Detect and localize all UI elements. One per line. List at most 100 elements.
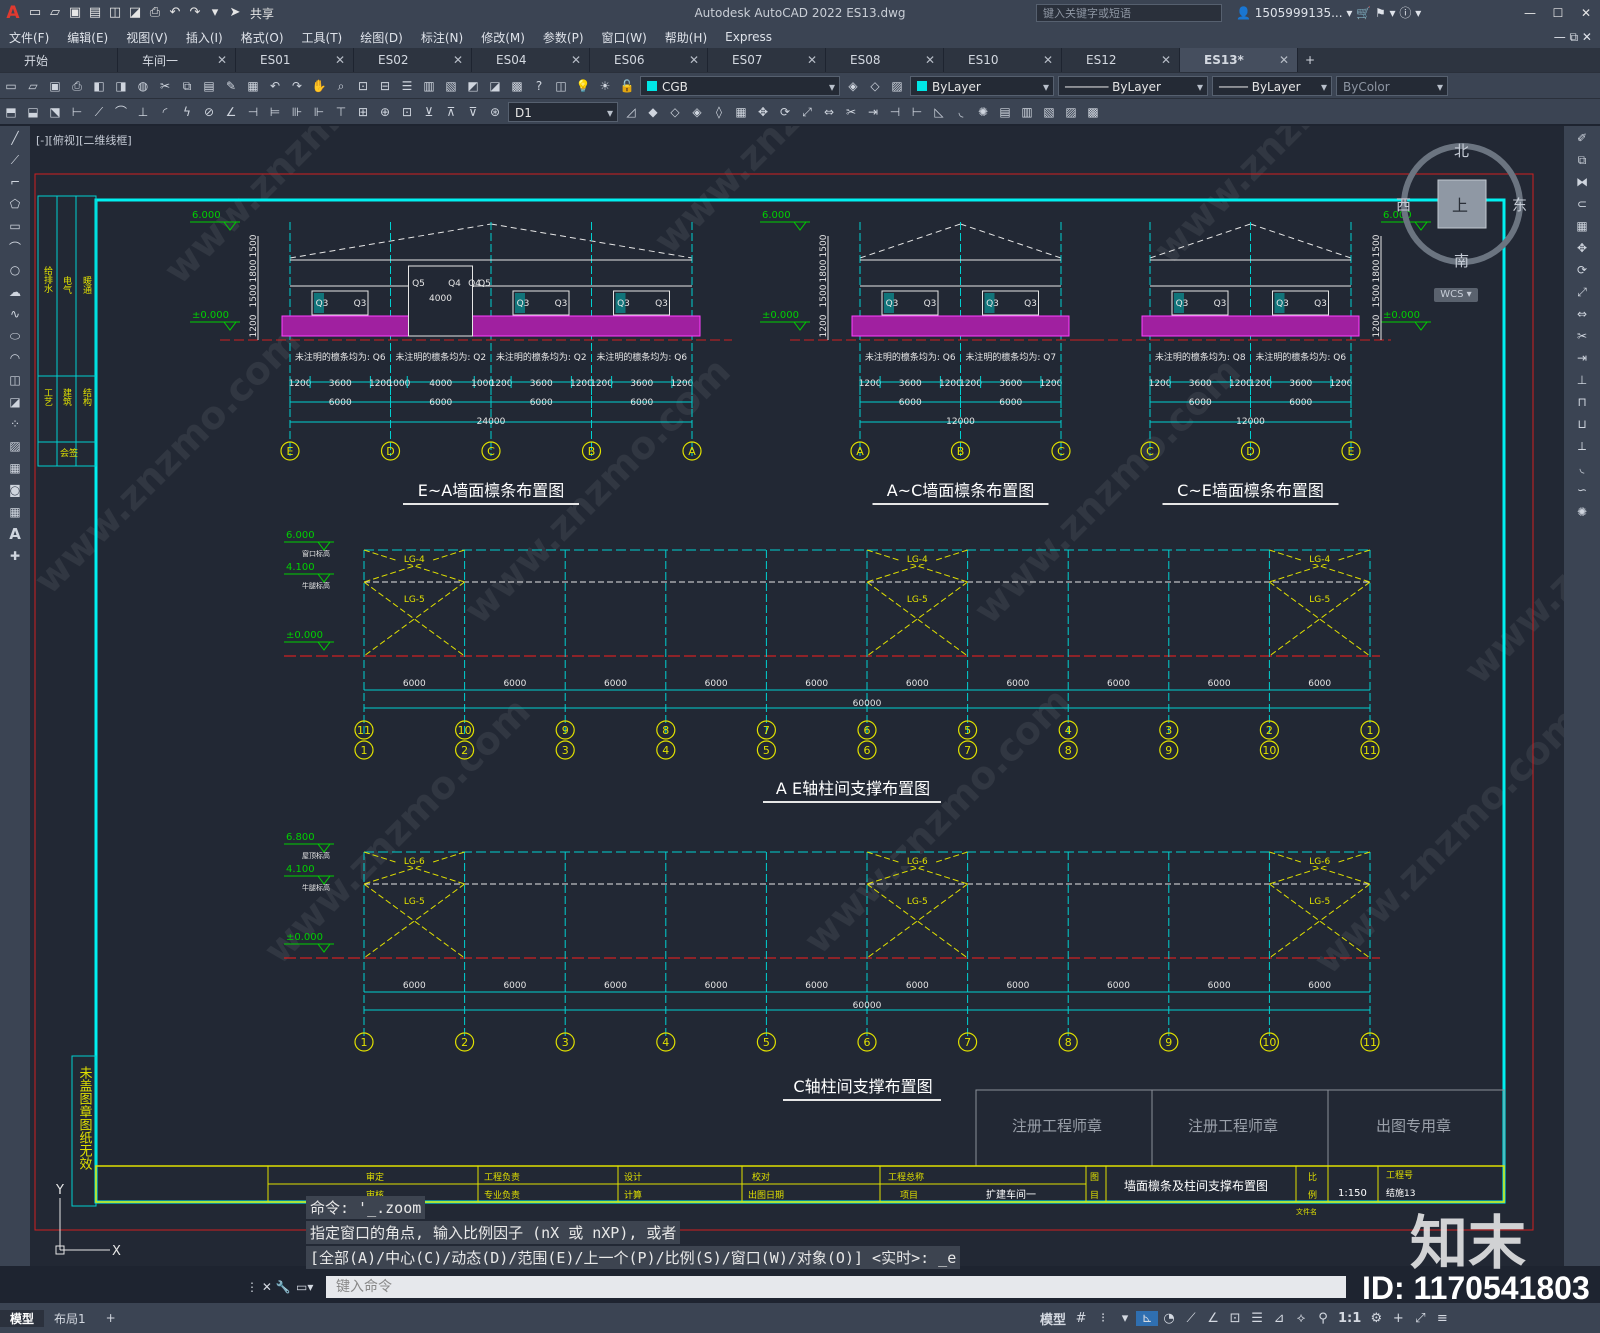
copy-icon[interactable]: ⧉ — [177, 77, 197, 95]
jogged-icon[interactable]: ϟ — [177, 103, 197, 121]
open-icon[interactable]: ▱ — [46, 4, 64, 22]
polygon-icon[interactable]: ⬠ — [4, 194, 26, 214]
modify-offset-icon[interactable]: ◊ — [709, 103, 729, 121]
osnap-track-icon[interactable]: ∠ — [1202, 1311, 1224, 1326]
menu-edit[interactable]: 编辑(E) — [58, 29, 117, 46]
construction-line-icon[interactable]: ⟋ — [4, 150, 26, 170]
modify-extend-icon[interactable]: ⇥ — [863, 103, 883, 121]
tab-layout1[interactable]: 布局1 — [44, 1310, 96, 1327]
menu-help[interactable]: 帮助(H) — [656, 29, 716, 46]
drawing-canvas[interactable]: [-][俯视][二维线框] www.znzmo.com www.znzmo.co… — [30, 126, 1564, 1266]
save-icon[interactable]: ▣ — [66, 4, 84, 22]
plot-icon[interactable]: ⎙ — [146, 4, 164, 22]
modify-break-icon[interactable]: ⊣ — [885, 103, 905, 121]
modify-explode-icon[interactable]: ✺ — [973, 103, 993, 121]
cut-icon[interactable]: ✂ — [155, 77, 175, 95]
open-web-icon[interactable]: ◫ — [106, 4, 124, 22]
break-icon[interactable]: ⊓ — [1571, 392, 1593, 412]
grid-icon[interactable]: # — [1070, 1311, 1092, 1326]
customize-icon[interactable]: ≡ — [1431, 1311, 1453, 1326]
layer-walk-icon[interactable]: ⬓ — [23, 103, 43, 121]
close-icon[interactable]: ✕ — [689, 53, 699, 67]
new-icon[interactable]: ▭ — [1, 77, 21, 95]
modify-rotate-icon[interactable]: ⟳ — [775, 103, 795, 121]
layer-properties-icon[interactable]: ◫ — [551, 77, 571, 95]
search-input[interactable]: 键入关键字或短语 — [1036, 4, 1222, 22]
model-space-button[interactable]: 模型 — [1036, 1309, 1070, 1328]
view-3d-icon[interactable]: ▥ — [1017, 103, 1037, 121]
document-window-controls[interactable]: — ⧉ ✕ — [1554, 26, 1592, 48]
close-icon[interactable]: ✕ — [807, 53, 817, 67]
close-icon[interactable]: ✕ — [1572, 0, 1600, 26]
hatch-icon[interactable]: ▨ — [4, 436, 26, 456]
blend-icon[interactable]: ∽ — [1571, 480, 1593, 500]
help-icon[interactable]: ? — [529, 77, 549, 95]
zoom-previous-icon[interactable]: ⊟ — [375, 77, 395, 95]
center-mark-icon[interactable]: ⊕ — [375, 103, 395, 121]
continue-icon[interactable]: ⊪ — [287, 103, 307, 121]
tab-file[interactable]: ES07 ✕ — [708, 48, 826, 72]
scale-icon[interactable]: ⤢ — [1571, 282, 1593, 302]
command-input[interactable]: 键入命令 — [326, 1276, 1346, 1298]
menu-file[interactable]: 文件(F) — [0, 29, 58, 46]
publish-icon[interactable]: ◨ — [111, 77, 131, 95]
modify-copy-icon[interactable]: ◇ — [665, 103, 685, 121]
quick-dim-icon[interactable]: ⊣ — [243, 103, 263, 121]
menu-parametric[interactable]: 参数(P) — [534, 29, 593, 46]
layer-freeze-icon[interactable]: ☀ — [595, 77, 615, 95]
modify-array-icon[interactable]: ▦ — [731, 103, 751, 121]
lineweight-dropdown[interactable]: ──── ByLayer — [1212, 75, 1332, 97]
view-iso-icon[interactable]: ▧ — [1039, 103, 1059, 121]
redo-icon[interactable]: ↷ — [287, 77, 307, 95]
offset-icon[interactable]: ⊂ — [1571, 194, 1593, 214]
selection-cycling-icon[interactable]: ⟡ — [1290, 1311, 1312, 1326]
minimize-icon[interactable]: — — [1516, 0, 1544, 26]
rectangle-icon[interactable]: ▭ — [4, 216, 26, 236]
zoom-window-icon[interactable]: ⊡ — [353, 77, 373, 95]
dim-space-icon[interactable]: ⊩ — [309, 103, 329, 121]
markup-icon[interactable]: ◪ — [485, 77, 505, 95]
view-ucs-icon[interactable]: ▩ — [1083, 103, 1103, 121]
dim-text-edit-icon[interactable]: ⊽ — [463, 103, 483, 121]
tab-file[interactable]: ES08 ✕ — [826, 48, 944, 72]
ortho-icon[interactable]: ⊾ — [1136, 1310, 1159, 1326]
polyline-icon[interactable]: ⌐ — [4, 172, 26, 192]
line-icon[interactable]: ╱ — [4, 128, 26, 148]
jogged-linear-icon[interactable]: ⊻ — [419, 103, 439, 121]
dim-update-icon[interactable]: ⊛ — [485, 103, 505, 121]
inspection-icon[interactable]: ⊡ — [397, 103, 417, 121]
osnap-icon[interactable]: ⊡ — [1224, 1311, 1246, 1326]
rotate-icon[interactable]: ⟳ — [1571, 260, 1593, 280]
annotation-scale[interactable]: 1:1 — [1334, 1311, 1365, 1326]
command-bar-controls[interactable]: ⋮ ✕ 🔧 — [246, 1280, 296, 1294]
modify-mirror-icon[interactable]: ◈ — [687, 103, 707, 121]
layer-previous-icon[interactable]: ◇ — [865, 77, 885, 95]
autocad-logo[interactable]: A — [0, 0, 26, 26]
new-icon[interactable]: ▭ — [26, 4, 44, 22]
paste-icon[interactable]: ▤ — [199, 77, 219, 95]
mtext-icon[interactable]: A — [4, 524, 26, 544]
save-icon[interactable]: ▣ — [45, 77, 65, 95]
design-center-icon[interactable]: ▥ — [419, 77, 439, 95]
menu-draw[interactable]: 绘图(D) — [351, 29, 412, 46]
modify-trim-icon[interactable]: ✂ — [841, 103, 861, 121]
ellipse-icon[interactable]: ⬭ — [4, 326, 26, 346]
menu-modify[interactable]: 修改(M) — [472, 29, 534, 46]
layer-lock-icon[interactable]: 🔓 — [617, 77, 637, 95]
join-icon[interactable]: ⊔ — [1571, 414, 1593, 434]
open-icon[interactable]: ▱ — [23, 77, 43, 95]
gradient-icon[interactable]: ▦ — [4, 458, 26, 478]
mirror-icon[interactable]: ⧓ — [1571, 172, 1593, 192]
add-layout-icon[interactable]: + — [96, 1311, 126, 1325]
arc-icon[interactable]: ⌒ — [4, 238, 26, 258]
close-icon[interactable]: ✕ — [217, 53, 227, 67]
spline-icon[interactable]: ∿ — [4, 304, 26, 324]
annotation-visibility-icon[interactable]: ⚲ — [1312, 1311, 1334, 1326]
properties-icon[interactable]: ☰ — [397, 77, 417, 95]
menu-dimension[interactable]: 标注(N) — [412, 29, 472, 46]
transparency-icon[interactable]: ⊿ — [1268, 1311, 1290, 1326]
new-tab-icon[interactable]: + — [1298, 48, 1322, 72]
add-icon[interactable]: + — [1387, 1311, 1409, 1326]
dim-edit-icon[interactable]: ⊼ — [441, 103, 461, 121]
customize-icon[interactable]: ▾ — [206, 4, 224, 22]
